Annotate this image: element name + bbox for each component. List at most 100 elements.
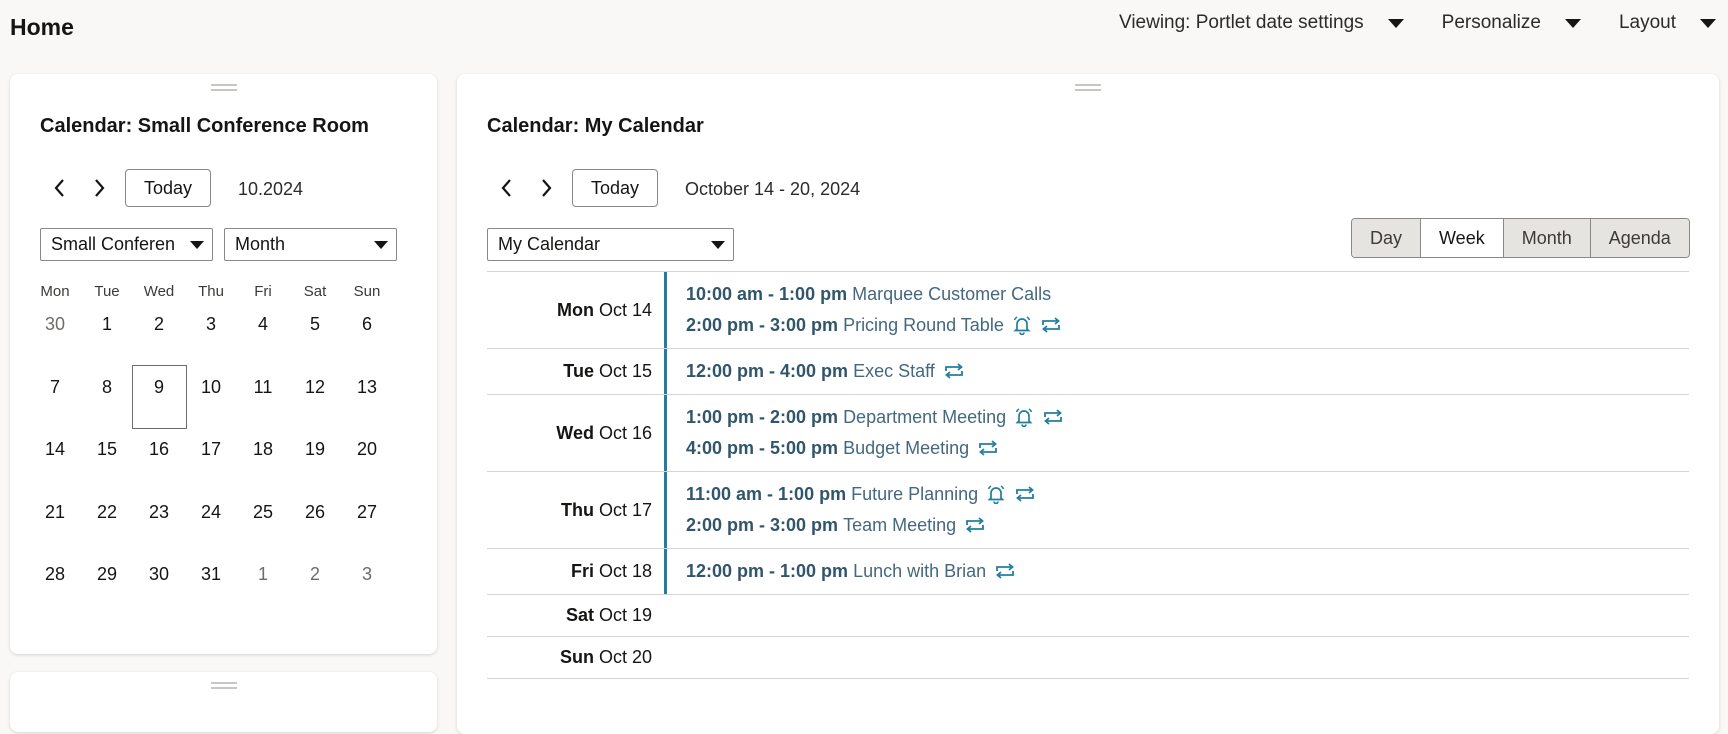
- day-cell[interactable]: 8: [81, 377, 133, 440]
- calendar-select[interactable]: My Calendar: [487, 228, 734, 261]
- day-cell[interactable]: 24: [185, 502, 237, 565]
- day-of-week: Tue: [563, 361, 594, 381]
- personalize-menu[interactable]: Personalize: [1442, 10, 1581, 36]
- event-time: 12:00 pm - 1:00 pm: [686, 561, 849, 581]
- day-date: Oct 16: [598, 422, 652, 443]
- event-title: Future Planning: [851, 484, 979, 504]
- resource-select[interactable]: Small Conferen: [40, 228, 213, 261]
- next-week-button[interactable]: [532, 174, 560, 202]
- event-time: 2:00 pm - 3:00 pm: [686, 515, 839, 535]
- calendar-event[interactable]: 2:00 pm - 3:00 pm Team Meeting: [686, 511, 1689, 542]
- day-cell[interactable]: 12: [289, 377, 341, 440]
- portlet-title: Calendar: My Calendar: [487, 115, 704, 137]
- drag-handle-icon[interactable]: [210, 84, 237, 91]
- month-day-grid: 30 1 2 3 4 5 6 7 8 9 10 11 12 13 14 15 16 17 18 19 20 21 22 23 2…: [29, 314, 393, 627]
- weekday-label: Mon: [40, 283, 70, 300]
- calendar-event[interactable]: 2:00 pm - 3:00 pm Pricing Round Table: [686, 311, 1689, 342]
- next-month-button[interactable]: [85, 174, 113, 202]
- view-select[interactable]: Month: [224, 228, 397, 261]
- viewing-menu[interactable]: Viewing: Portlet date settings: [1119, 10, 1404, 36]
- calendar-event[interactable]: 10:00 am - 1:00 pm Marquee Customer Calls: [686, 280, 1689, 311]
- bell-icon: [1013, 316, 1031, 335]
- repeat-icon: [1044, 409, 1063, 425]
- day-cell[interactable]: 22: [81, 502, 133, 565]
- day-cell[interactable]: 13: [341, 377, 393, 440]
- layout-menu[interactable]: Layout: [1619, 10, 1716, 36]
- view-select-value: Month: [235, 234, 286, 254]
- day-label: Mon Oct 14: [487, 272, 664, 348]
- day-cell[interactable]: 3: [185, 314, 237, 377]
- selected-day-cell[interactable]: 9: [132, 364, 187, 440]
- day-cell[interactable]: 1: [81, 314, 133, 377]
- top-menu-bar: Viewing: Portlet date settings Personali…: [1081, 10, 1716, 36]
- day-cell[interactable]: 1: [237, 564, 289, 627]
- caret-down-icon: [1387, 18, 1404, 28]
- day-cell[interactable]: 31: [185, 564, 237, 627]
- day-cell[interactable]: 17: [185, 439, 237, 502]
- day-label: Wed Oct 16: [487, 395, 664, 471]
- day-events: 11:00 am - 1:00 pm Future Planning 2:00 pm…: [664, 472, 1689, 548]
- day-cell[interactable]: 23: [133, 502, 185, 565]
- calendar-event[interactable]: 11:00 am - 1:00 pm Future Planning: [686, 480, 1689, 511]
- day-cell[interactable]: 11: [237, 377, 289, 440]
- day-cell[interactable]: 28: [29, 564, 81, 627]
- day-cell[interactable]: 30: [133, 564, 185, 627]
- day-cell[interactable]: 6: [341, 314, 393, 377]
- day-cell[interactable]: 16: [133, 439, 185, 502]
- period-label: 10.2024: [238, 179, 304, 199]
- prev-month-button[interactable]: [46, 174, 74, 202]
- day-cell[interactable]: 29: [81, 564, 133, 627]
- day-of-week: Sun: [559, 647, 594, 667]
- day-events: 1:00 pm - 2:00 pm Department Meeting 4:00 …: [664, 395, 1689, 471]
- calendar-event[interactable]: 1:00 pm - 2:00 pm Department Meeting: [686, 403, 1689, 434]
- view-month-button[interactable]: Month: [1502, 219, 1590, 257]
- day-cell[interactable]: 19: [289, 439, 341, 502]
- calendar-event[interactable]: 12:00 pm - 1:00 pm Lunch with Brian: [686, 557, 1689, 588]
- chevron-left-icon: [54, 179, 64, 197]
- day-cell[interactable]: 21: [29, 502, 81, 565]
- day-cell[interactable]: 3: [341, 564, 393, 627]
- personalize-menu-label: Personalize: [1441, 12, 1541, 33]
- chevron-left-icon: [501, 179, 511, 197]
- repeat-indicator: [1042, 408, 1064, 426]
- view-day-button[interactable]: Day: [1352, 219, 1421, 257]
- day-cell[interactable]: 5: [289, 314, 341, 377]
- day-cell[interactable]: 25: [237, 502, 289, 565]
- view-agenda-button[interactable]: Agenda: [1589, 219, 1689, 257]
- drag-handle-icon[interactable]: [210, 682, 237, 689]
- day-cell[interactable]: 14: [29, 439, 81, 502]
- event-title: Exec Staff: [853, 361, 935, 381]
- calendar-event[interactable]: 4:00 pm - 5:00 pm Budget Meeting: [686, 434, 1689, 465]
- day-cell[interactable]: 15: [81, 439, 133, 502]
- day-of-week: Wed: [556, 422, 594, 443]
- prev-week-button[interactable]: [493, 174, 521, 202]
- day-cell[interactable]: 27: [341, 502, 393, 565]
- day-cell[interactable]: 10: [185, 377, 237, 440]
- view-week-button[interactable]: Week: [1420, 219, 1503, 257]
- repeat-icon: [1041, 317, 1060, 333]
- day-date: Oct 17: [598, 499, 652, 520]
- day-cell[interactable]: 20: [341, 439, 393, 502]
- calendar-event[interactable]: 12:00 pm - 4:00 pm Exec Staff: [686, 357, 1689, 388]
- day-events: [664, 595, 1689, 636]
- day-cell[interactable]: 2: [289, 564, 341, 627]
- drag-handle-icon[interactable]: [1075, 84, 1101, 91]
- day-cell[interactable]: 26: [289, 502, 341, 565]
- day-events: [664, 637, 1689, 678]
- event-time: 1:00 pm - 2:00 pm: [686, 407, 839, 427]
- today-button[interactable]: Today: [125, 169, 212, 207]
- event-time: 10:00 am - 1:00 pm: [686, 284, 848, 304]
- day-cell[interactable]: 30: [29, 314, 81, 377]
- weekday-label: Tue: [94, 283, 120, 300]
- agenda-day-row: Tue Oct 15 12:00 pm - 4:00 pm Exec Staff: [487, 348, 1689, 394]
- alarm-indicator: [1014, 407, 1034, 427]
- repeat-icon: [996, 563, 1015, 579]
- mini-month-calendar: Mon Tue Wed Thu Fri Sat Sun 30 1 2 3 4 5 6 7 8 9 10 11 12 1…: [29, 283, 393, 627]
- repeat-indicator: [964, 516, 986, 534]
- weekday-label: Sun: [353, 283, 381, 300]
- day-cell[interactable]: 7: [29, 377, 81, 440]
- today-button[interactable]: Today: [572, 169, 659, 207]
- day-cell[interactable]: 18: [237, 439, 289, 502]
- agenda-day-row: Wed Oct 16 1:00 pm - 2:00 pm Department Mee…: [487, 394, 1689, 471]
- day-cell[interactable]: 4: [237, 314, 289, 377]
